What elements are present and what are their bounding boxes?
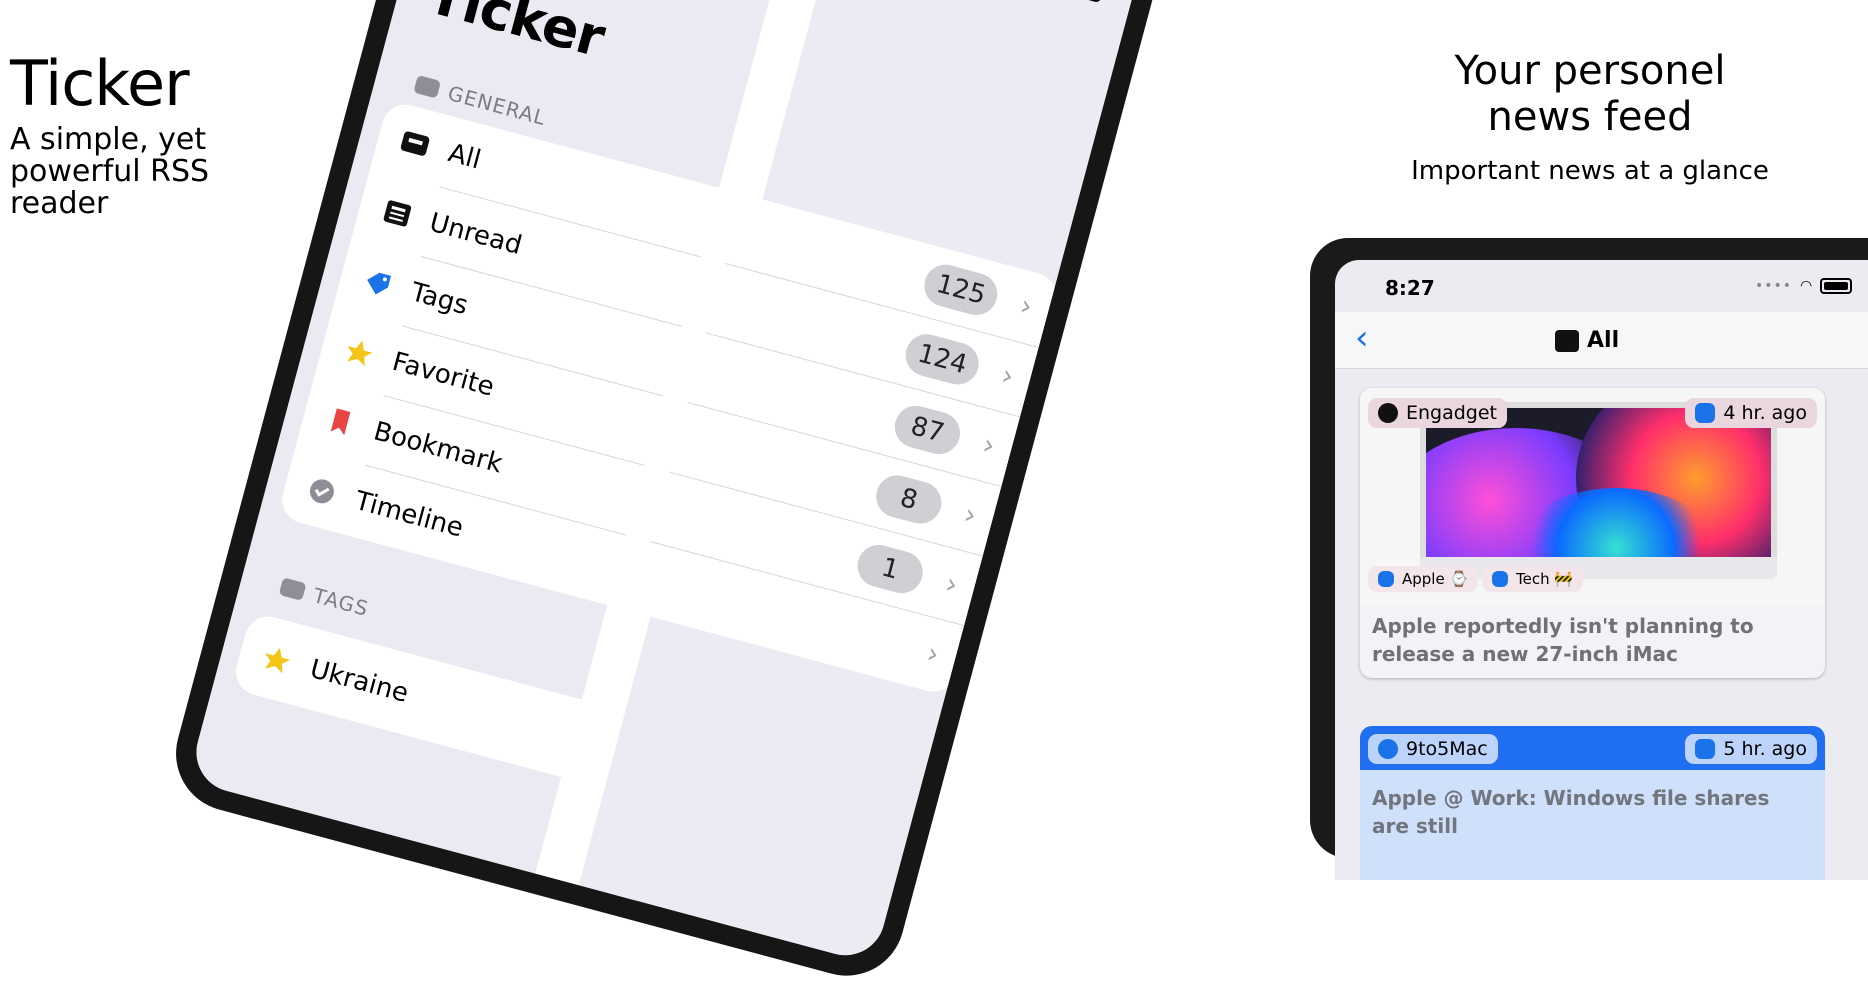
sidebar-item-label: Tags xyxy=(407,277,472,322)
nav-title-label: All xyxy=(1587,328,1620,353)
tag-icon xyxy=(1378,571,1394,587)
tag-label: Apple ⌚ xyxy=(1402,570,1469,588)
article-card[interactable]: Engadget 4 hr. ago Apple ⌚ Tech 🚧 Apple … xyxy=(1360,388,1825,678)
promo-left-title: Ticker xyxy=(10,47,190,120)
engadget-icon xyxy=(1378,403,1398,423)
count-badge: 124 xyxy=(901,329,984,390)
time-label: 5 hr. ago xyxy=(1723,738,1807,760)
tag-label: Tech 🚧 xyxy=(1516,570,1574,588)
newspaper-icon xyxy=(383,200,412,227)
tag-icon xyxy=(1695,403,1716,423)
chevron-right-icon: › xyxy=(998,357,1018,393)
promo-right-title-line1: Your personel xyxy=(1454,48,1726,94)
tag-icon xyxy=(278,577,307,601)
promo-right-title-line2: news feed xyxy=(1487,94,1693,140)
battery-icon xyxy=(1820,278,1853,294)
chevron-left-icon[interactable]: ‹ xyxy=(1355,320,1369,356)
checkmark-seal-icon xyxy=(309,479,334,504)
count-badge: 87 xyxy=(890,401,965,459)
sidebar-title: Ticker xyxy=(421,0,611,70)
status-bar-icons: •••• ◠ xyxy=(981,0,1106,4)
promo-right: Your personel news feed Important news a… xyxy=(1340,48,1840,186)
ipad-left-device: Ticker GENERAL All Unread Tags Favorite … xyxy=(163,0,1167,989)
promo-right-title: Your personel news feed xyxy=(1340,48,1840,140)
ipad-right-screen: 8:27 •••• ◠ ‹ All Engadget 4 hr. ago App… xyxy=(1335,260,1868,880)
count-badge: 125 xyxy=(920,260,1003,320)
status-time: 8:27 xyxy=(1385,276,1435,300)
source-pill[interactable]: 9to5Mac xyxy=(1368,734,1498,764)
time-label: 4 hr. ago xyxy=(1723,402,1807,424)
ipad-left-screen: Ticker GENERAL All Unread Tags Favorite … xyxy=(187,0,1143,965)
tags-section-header: TAGS xyxy=(278,574,371,621)
source-pill[interactable]: Engadget xyxy=(1368,398,1508,428)
count-badge: 1 xyxy=(852,540,928,598)
source-label: Engadget xyxy=(1406,402,1498,424)
tag-icon xyxy=(367,272,392,295)
bookmark-icon xyxy=(330,408,351,436)
tag-pill-apple[interactable]: Apple ⌚ xyxy=(1368,566,1479,592)
sidebar-item-label: Bookmark xyxy=(370,416,506,480)
chevron-right-icon: › xyxy=(960,497,981,532)
status-bar: 8:27 •••• ◠ xyxy=(1335,260,1868,312)
chevron-right-icon: › xyxy=(923,636,943,671)
star-icon xyxy=(347,340,373,367)
tag-pill-tech[interactable]: Tech 🚧 xyxy=(1482,566,1584,592)
sidebar-item-label: Favorite xyxy=(389,346,498,403)
tags-section-label: TAGS xyxy=(310,583,372,621)
signal-icon: •••• xyxy=(1755,278,1793,294)
navigation-bar: ‹ All xyxy=(1335,312,1868,369)
tray-icon xyxy=(413,75,442,99)
tray-icon xyxy=(400,131,430,156)
count-badge: 8 xyxy=(871,470,947,529)
battery-icon xyxy=(1057,0,1106,4)
promo-left-subtitle: A simple, yet powerful RSS reader xyxy=(10,122,210,221)
tag-icon xyxy=(1695,739,1716,759)
tag-icon xyxy=(1492,571,1508,587)
tray-icon xyxy=(1555,329,1579,352)
source-label: 9to5Mac xyxy=(1406,738,1488,760)
sidebar-item-label: Ukraine xyxy=(306,653,412,709)
sidebar-item-label: Unread xyxy=(426,207,525,262)
sidebar-item-label: All xyxy=(445,138,484,176)
time-pill: 4 hr. ago xyxy=(1685,398,1817,428)
article-headline: Apple @ Work: Windows file shares are st… xyxy=(1372,786,1770,838)
sidebar-item-label: Timeline xyxy=(351,485,467,544)
wifi-icon: ◠ xyxy=(1800,278,1813,294)
nav-title: All xyxy=(1555,328,1619,353)
chevron-right-icon: › xyxy=(979,427,999,463)
status-bar-icons: •••• ◠ xyxy=(1755,278,1853,294)
article-card[interactable]: 9to5Mac 5 hr. ago Apple @ Work: Windows … xyxy=(1360,726,1825,880)
clock-icon xyxy=(1378,739,1398,759)
ipad-right-device: 8:27 •••• ◠ ‹ All Engadget 4 hr. ago App… xyxy=(1310,238,1868,880)
chevron-right-icon: › xyxy=(942,566,962,602)
chevron-right-icon: › xyxy=(1016,288,1036,324)
star-icon xyxy=(265,647,291,674)
article-headline: Apple reportedly isn't planning to relea… xyxy=(1372,614,1754,666)
promo-right-subtitle: Important news at a glance xyxy=(1411,156,1769,186)
time-pill: 5 hr. ago xyxy=(1685,734,1817,764)
promo-left: Ticker A simple, yet powerful RSS reader xyxy=(10,48,230,220)
